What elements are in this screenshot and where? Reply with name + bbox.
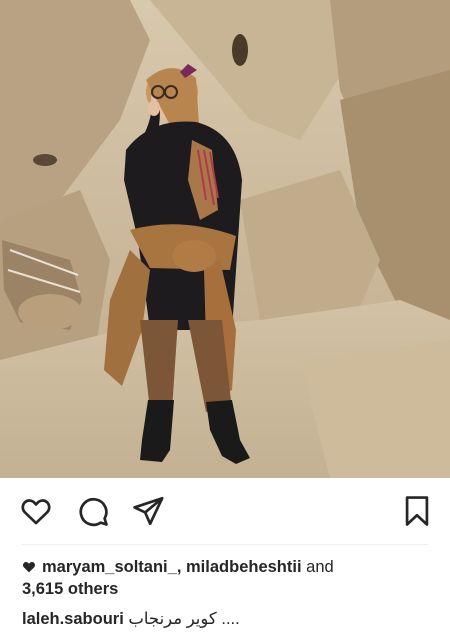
post-actions-bar	[0, 478, 450, 544]
save-button[interactable]	[400, 494, 434, 528]
post-photo[interactable]	[0, 0, 450, 478]
divider	[22, 544, 428, 545]
liker-username[interactable]: maryam_soltani_	[42, 558, 177, 576]
likes-and-text: and	[306, 558, 334, 576]
bookmark-outline-icon	[405, 496, 429, 526]
heart-filled-icon	[23, 562, 35, 573]
liker-separator: ,	[176, 558, 182, 576]
paper-plane-icon	[133, 496, 164, 526]
like-button[interactable]	[19, 494, 53, 528]
caption-username[interactable]: laleh.sabouri	[22, 610, 124, 628]
likes-summary[interactable]: maryam_soltani_, miladbeheshtii and 3,615…	[22, 556, 432, 600]
liker-username[interactable]: miladbeheshtii	[186, 558, 302, 576]
post-caption: laleh.sabouri کویر مرنجاب ....	[22, 608, 432, 630]
comment-bubble-icon	[79, 497, 108, 527]
comment-button[interactable]	[76, 494, 110, 528]
post-image	[0, 0, 450, 478]
caption-text: کویر مرنجاب ....	[128, 610, 240, 628]
likes-others-count[interactable]: 3,615 others	[22, 580, 118, 598]
share-button[interactable]	[131, 494, 165, 528]
heart-outline-icon	[21, 499, 51, 525]
